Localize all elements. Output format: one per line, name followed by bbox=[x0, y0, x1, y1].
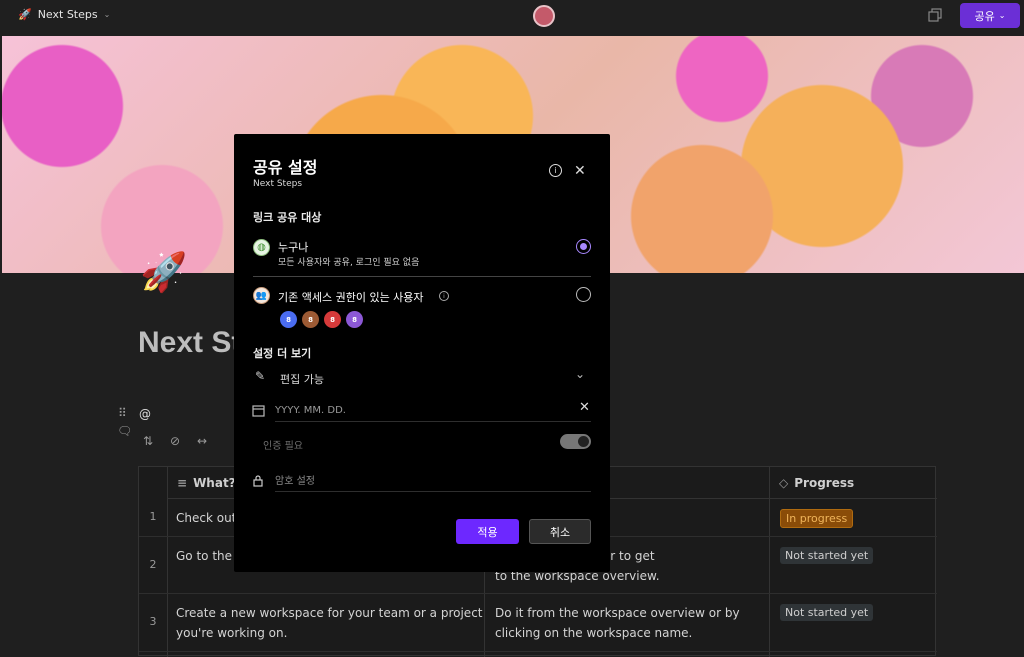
date-input[interactable]: YYYY. MM. DD. bbox=[275, 405, 346, 416]
mention-button[interactable]: @ bbox=[139, 407, 151, 421]
close-icon[interactable]: ✕ bbox=[574, 163, 586, 179]
status-badge[interactable]: In progress bbox=[780, 509, 854, 528]
what-cell-line[interactable]: you're working on. bbox=[176, 623, 287, 643]
how-cell-line[interactable]: Do it from the workspace overview or by bbox=[495, 603, 740, 623]
more-settings-title: 설정 더 보기 bbox=[253, 347, 312, 360]
radio-anyone[interactable] bbox=[576, 239, 591, 254]
permission-value: 편집 가능 bbox=[280, 373, 324, 386]
chevron-down-icon: ⌄ bbox=[103, 10, 111, 19]
lock-icon bbox=[253, 475, 263, 487]
breadcrumb-title: Next Steps bbox=[37, 8, 98, 21]
apply-button[interactable]: 적용 bbox=[456, 519, 519, 544]
drag-handle-icon[interactable]: ⠿ bbox=[118, 406, 127, 420]
user-avatar[interactable] bbox=[533, 5, 555, 27]
radio-existing-users[interactable] bbox=[576, 287, 591, 302]
copy-icon[interactable] bbox=[928, 8, 942, 22]
cancel-button[interactable]: 취소 bbox=[529, 519, 591, 544]
how-cell-line[interactable]: clicking on the workspace name. bbox=[495, 623, 692, 643]
status-badge[interactable]: Not started yet bbox=[780, 604, 874, 621]
pencil-icon: ✎ bbox=[255, 369, 266, 383]
top-bar: 🚀 Next Steps ⌄ 공유 ⌄ bbox=[0, 0, 1024, 32]
hide-icon[interactable]: ⊘ bbox=[170, 434, 180, 448]
share-settings-dialog: 공유 설정 Next Steps i ✕ 링크 공유 대상 ◍ 누구나 모든 사… bbox=[234, 134, 610, 572]
chevron-down-icon: ⌄ bbox=[998, 11, 1006, 20]
dialog-subtitle: Next Steps bbox=[253, 179, 303, 189]
table-row[interactable]: 3 Create a new workspace for your team o… bbox=[139, 594, 937, 652]
dialog-title: 공유 설정 bbox=[253, 158, 318, 177]
page-rocket-icon: 🚀 bbox=[140, 250, 188, 294]
clear-icon[interactable]: ✕ bbox=[579, 400, 590, 415]
info-icon[interactable]: i bbox=[549, 164, 562, 177]
comment-icon[interactable]: 🗨 bbox=[117, 424, 132, 438]
page-breadcrumb[interactable]: 🚀 Next Steps ⌄ bbox=[18, 8, 110, 21]
avatar: 8 bbox=[280, 311, 297, 328]
option-existing-title: 기존 액세스 권한이 있는 사용자 bbox=[278, 291, 424, 304]
status-badge[interactable]: Not started yet bbox=[780, 547, 874, 564]
calendar-icon bbox=[252, 405, 265, 417]
what-cell[interactable]: Check out bbox=[176, 508, 236, 528]
row-number: 2 bbox=[149, 558, 157, 571]
avatar: 8 bbox=[302, 311, 319, 328]
avatar: 8 bbox=[346, 311, 363, 328]
rocket-icon: 🚀 bbox=[18, 8, 32, 21]
column-header-label: Progress bbox=[794, 475, 855, 490]
link-share-section-title: 링크 공유 대상 bbox=[253, 211, 322, 224]
share-button-label: 공유 bbox=[974, 9, 995, 23]
password-input[interactable]: 암호 설정 bbox=[275, 472, 315, 487]
chevron-down-icon: ⌄ bbox=[575, 367, 586, 381]
users-lock-icon: 👥 bbox=[253, 287, 270, 304]
info-icon[interactable]: i bbox=[439, 291, 449, 301]
globe-icon: ◍ bbox=[253, 239, 270, 256]
option-anyone-desc: 모든 사용자와 공유, 로그인 필요 없음 bbox=[278, 258, 420, 268]
expand-icon[interactable]: ↔ bbox=[197, 434, 207, 448]
sort-icon[interactable]: ⇅ bbox=[143, 434, 153, 448]
auth-required-label: 인증 필요 bbox=[263, 441, 303, 452]
what-cell-line[interactable]: Create a new workspace for your team or … bbox=[176, 603, 483, 623]
avatar: 8 bbox=[324, 311, 341, 328]
auth-required-toggle[interactable] bbox=[560, 434, 591, 449]
column-header-label: What? bbox=[193, 475, 236, 490]
row-number: 3 bbox=[149, 615, 157, 628]
column-header-progress[interactable]: ◇ Progress bbox=[769, 467, 937, 499]
text-icon: ≡ bbox=[177, 475, 188, 490]
row-number: 1 bbox=[149, 510, 157, 523]
tag-icon: ◇ bbox=[779, 475, 789, 490]
share-button[interactable]: 공유 ⌄ bbox=[960, 3, 1020, 28]
option-anyone-title: 누구나 bbox=[278, 241, 309, 254]
